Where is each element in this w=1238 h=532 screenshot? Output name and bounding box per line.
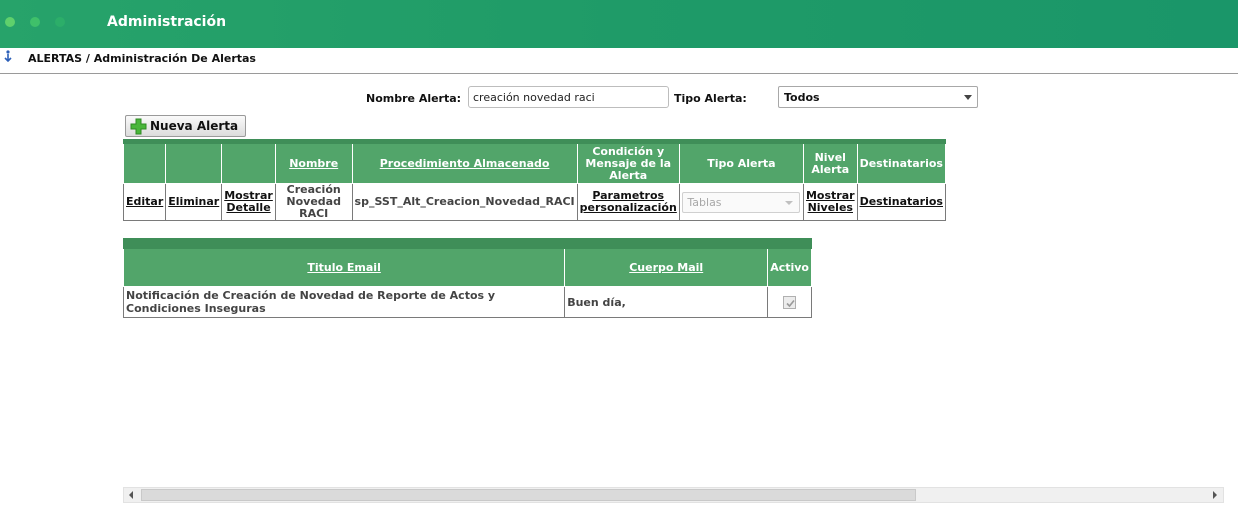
email-table: Titulo Email Cuerpo Mail Activo Notifica… [122, 238, 812, 318]
type-cell: Tablas [678, 183, 804, 221]
plus-icon [130, 118, 147, 135]
alert-type-value: Todos [784, 91, 820, 104]
show-levels-link[interactable]: Mostrar Niveles [806, 189, 855, 214]
alert-name-cell: Creación Novedad RACI [274, 183, 353, 221]
recipients-link[interactable]: Destinatarios [860, 195, 943, 208]
alert-name-input[interactable] [468, 86, 669, 108]
scroll-right-button[interactable] [1207, 488, 1223, 502]
alert-name-label: Nombre Alerta: [366, 92, 462, 105]
column-header-level: Nivel Alerta [802, 139, 858, 184]
new-alert-label: Nueva Alerta [150, 119, 239, 133]
column-header-email-body[interactable]: Cuerpo Mail [564, 238, 769, 287]
column-header-name[interactable]: Nombre [274, 139, 353, 184]
alert-type-select[interactable]: Todos [778, 86, 978, 108]
column-header-edit [122, 139, 167, 184]
alert-type-label: Tipo Alerta: [674, 92, 747, 105]
column-header-procedure[interactable]: Procedimiento Almacenado [351, 139, 578, 184]
window-dot-icon [5, 17, 15, 27]
detail-cell: Mostrar Detalle [221, 183, 276, 221]
chevron-down-icon [785, 200, 794, 205]
breadcrumb-bar: ALERTAS / Administración De Alertas [0, 48, 1238, 74]
alert-type-row-value: Tablas [687, 195, 722, 209]
column-header-condition: Condición y Mensaje de la Alerta [576, 139, 680, 184]
arrow-right-icon [1213, 491, 1217, 499]
column-header-email-title[interactable]: Titulo Email [122, 238, 566, 287]
params-link[interactable]: Parametros personalización [580, 189, 677, 214]
top-bar: Administración [0, 0, 1238, 48]
levels-cell: Mostrar Niveles [802, 183, 858, 221]
email-title-cell: Notificación de Creación de Novedad de R… [122, 286, 566, 318]
column-header-type: Tipo Alerta [678, 139, 804, 184]
delete-link[interactable]: Eliminar [168, 195, 219, 208]
table-row: Editar Eliminar Mostrar Detalle Creación… [122, 183, 947, 221]
procedure-cell: sp_SST_Alt_Creacion_Novedad_RACI [351, 183, 578, 221]
sort-by-email-body-link[interactable]: Cuerpo Mail [629, 261, 703, 274]
column-header-delete [165, 139, 223, 184]
column-header-active: Activo [767, 238, 812, 287]
column-header-detail [221, 139, 276, 184]
alerts-table: Nombre Procedimiento Almacenado Condició… [122, 139, 947, 221]
params-cell: Parametros personalización [576, 183, 680, 221]
chevron-down-icon [964, 95, 972, 100]
edit-link[interactable]: Editar [126, 195, 163, 208]
scroll-left-button[interactable] [124, 488, 140, 502]
column-header-recipients: Destinatarios [856, 139, 947, 184]
delete-cell: Eliminar [165, 183, 223, 221]
edit-cell: Editar [122, 183, 167, 221]
table-row: Notificación de Creación de Novedad de R… [122, 286, 812, 318]
sort-by-email-title-link[interactable]: Titulo Email [307, 261, 380, 274]
scrollbar-thumb[interactable] [141, 489, 916, 501]
info-icon [4, 50, 12, 62]
window-dot-icon [55, 17, 65, 27]
recipients-cell: Destinatarios [856, 183, 947, 221]
active-checkbox [783, 295, 797, 309]
window-dot-icon [30, 17, 40, 27]
active-cell [767, 286, 812, 318]
app-title: Administración [107, 14, 227, 30]
horizontal-scrollbar[interactable] [123, 487, 1224, 503]
breadcrumb: ALERTAS / Administración De Alertas [28, 52, 256, 65]
sort-by-procedure-link[interactable]: Procedimiento Almacenado [380, 157, 550, 170]
new-alert-button[interactable]: Nueva Alerta [125, 115, 246, 137]
show-detail-link[interactable]: Mostrar Detalle [224, 189, 273, 214]
sort-by-name-link[interactable]: Nombre [289, 157, 338, 170]
email-body-cell: Buen día, [564, 286, 769, 318]
arrow-left-icon [129, 491, 133, 499]
checkmark-icon [786, 299, 795, 307]
alert-type-row-select: Tablas [682, 191, 801, 213]
